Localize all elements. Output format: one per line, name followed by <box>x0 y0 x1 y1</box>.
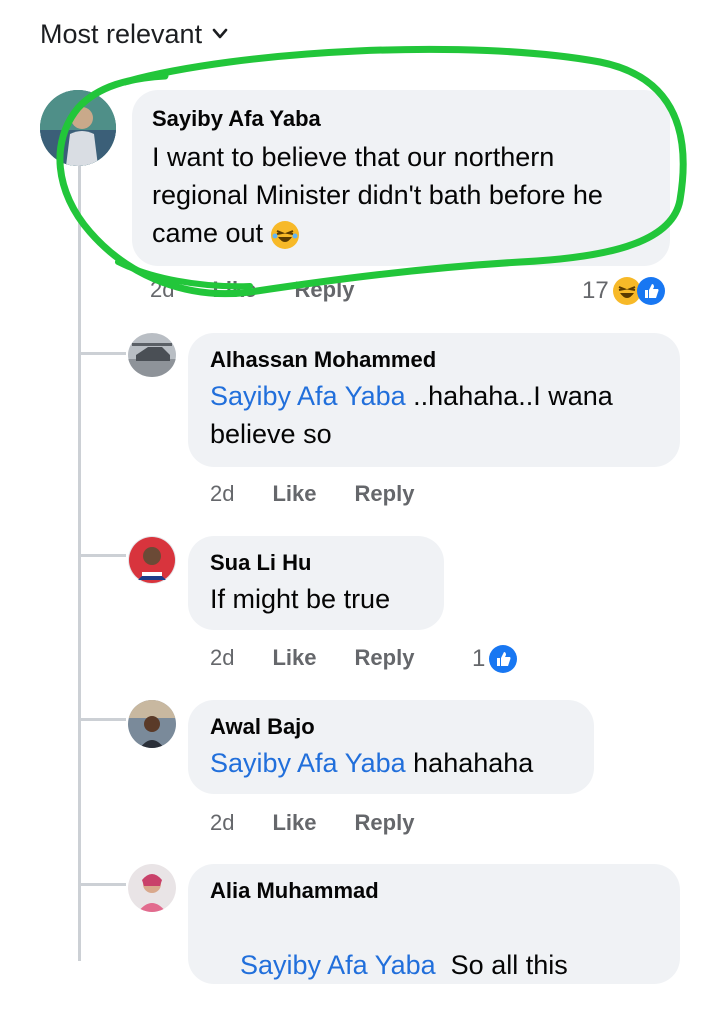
like-button[interactable]: Like <box>212 277 256 303</box>
comment-bubble: Awal Bajo Sayiby Afa Yaba hahahaha <box>188 700 594 794</box>
thread-branch <box>78 718 126 721</box>
comment-bubble: Sayiby Afa Yaba I want to believe that o… <box>132 90 670 266</box>
reply-button[interactable]: Reply <box>295 277 355 303</box>
avatar[interactable] <box>128 864 176 912</box>
thread-branch <box>78 883 126 886</box>
mention-link[interactable]: Sayiby Afa Yaba <box>210 381 406 411</box>
comment-bubble: Alia Muhammad Sayiby Afa Yaba So all thi… <box>188 864 680 984</box>
chevron-down-icon <box>212 28 228 39</box>
comment-bubble: Alhassan Mohammed Sayiby Afa Yaba ..haha… <box>188 333 680 467</box>
reaction-summary[interactable]: 17 <box>582 277 665 305</box>
comment-text: I want to believe that our northern regi… <box>152 142 603 248</box>
mention-link[interactable]: Sayiby Afa Yaba <box>210 748 406 778</box>
comment-actions: 2d Like Reply <box>210 645 452 671</box>
laughing-emoji-icon <box>270 220 299 249</box>
comment-author[interactable]: Sayiby Afa Yaba <box>152 106 650 132</box>
reaction-summary[interactable]: 1 <box>472 645 518 673</box>
comment-actions: 2d Like Reply <box>210 810 452 836</box>
like-button[interactable]: Like <box>272 810 316 836</box>
comment-text: So all this <box>435 950 568 980</box>
thread-branch <box>78 352 126 355</box>
reply-button[interactable]: Reply <box>355 810 415 836</box>
comment-actions: 2d Like Reply <box>150 277 392 303</box>
avatar[interactable] <box>128 536 176 584</box>
reply-button[interactable]: Reply <box>355 645 415 671</box>
thread-line <box>78 162 81 961</box>
comment-time[interactable]: 2d <box>210 481 234 507</box>
thread-branch <box>78 554 126 557</box>
comment-time[interactable]: 2d <box>210 645 234 671</box>
mention-link[interactable]: Sayiby Afa Yaba <box>240 950 436 980</box>
comment-bubble: Sua Li Hu If might be true <box>188 536 444 630</box>
comment-author[interactable]: Alhassan Mohammed <box>210 347 658 373</box>
comment-author[interactable]: Alia Muhammad <box>210 878 658 904</box>
avatar[interactable] <box>40 90 116 166</box>
comment-author[interactable]: Sua Li Hu <box>210 550 422 576</box>
comment-actions: 2d Like Reply <box>210 481 452 507</box>
reaction-count: 1 <box>472 645 486 672</box>
like-reaction-icon <box>489 645 518 673</box>
reply-button[interactable]: Reply <box>355 481 415 507</box>
sort-dropdown[interactable]: Most relevant <box>40 14 228 54</box>
like-button[interactable]: Like <box>272 645 316 671</box>
reaction-count: 17 <box>582 277 609 304</box>
like-button[interactable]: Like <box>272 481 316 507</box>
comment-author[interactable]: Awal Bajo <box>210 714 572 740</box>
comment-text: If might be true <box>210 584 391 614</box>
comment-text: hahahaha <box>405 748 534 778</box>
like-reaction-icon <box>636 277 665 305</box>
avatar[interactable] <box>128 333 176 377</box>
avatar[interactable] <box>128 700 176 748</box>
comment-time[interactable]: 2d <box>210 810 234 836</box>
sort-label: Most relevant <box>40 18 203 49</box>
comment-time[interactable]: 2d <box>150 277 174 303</box>
